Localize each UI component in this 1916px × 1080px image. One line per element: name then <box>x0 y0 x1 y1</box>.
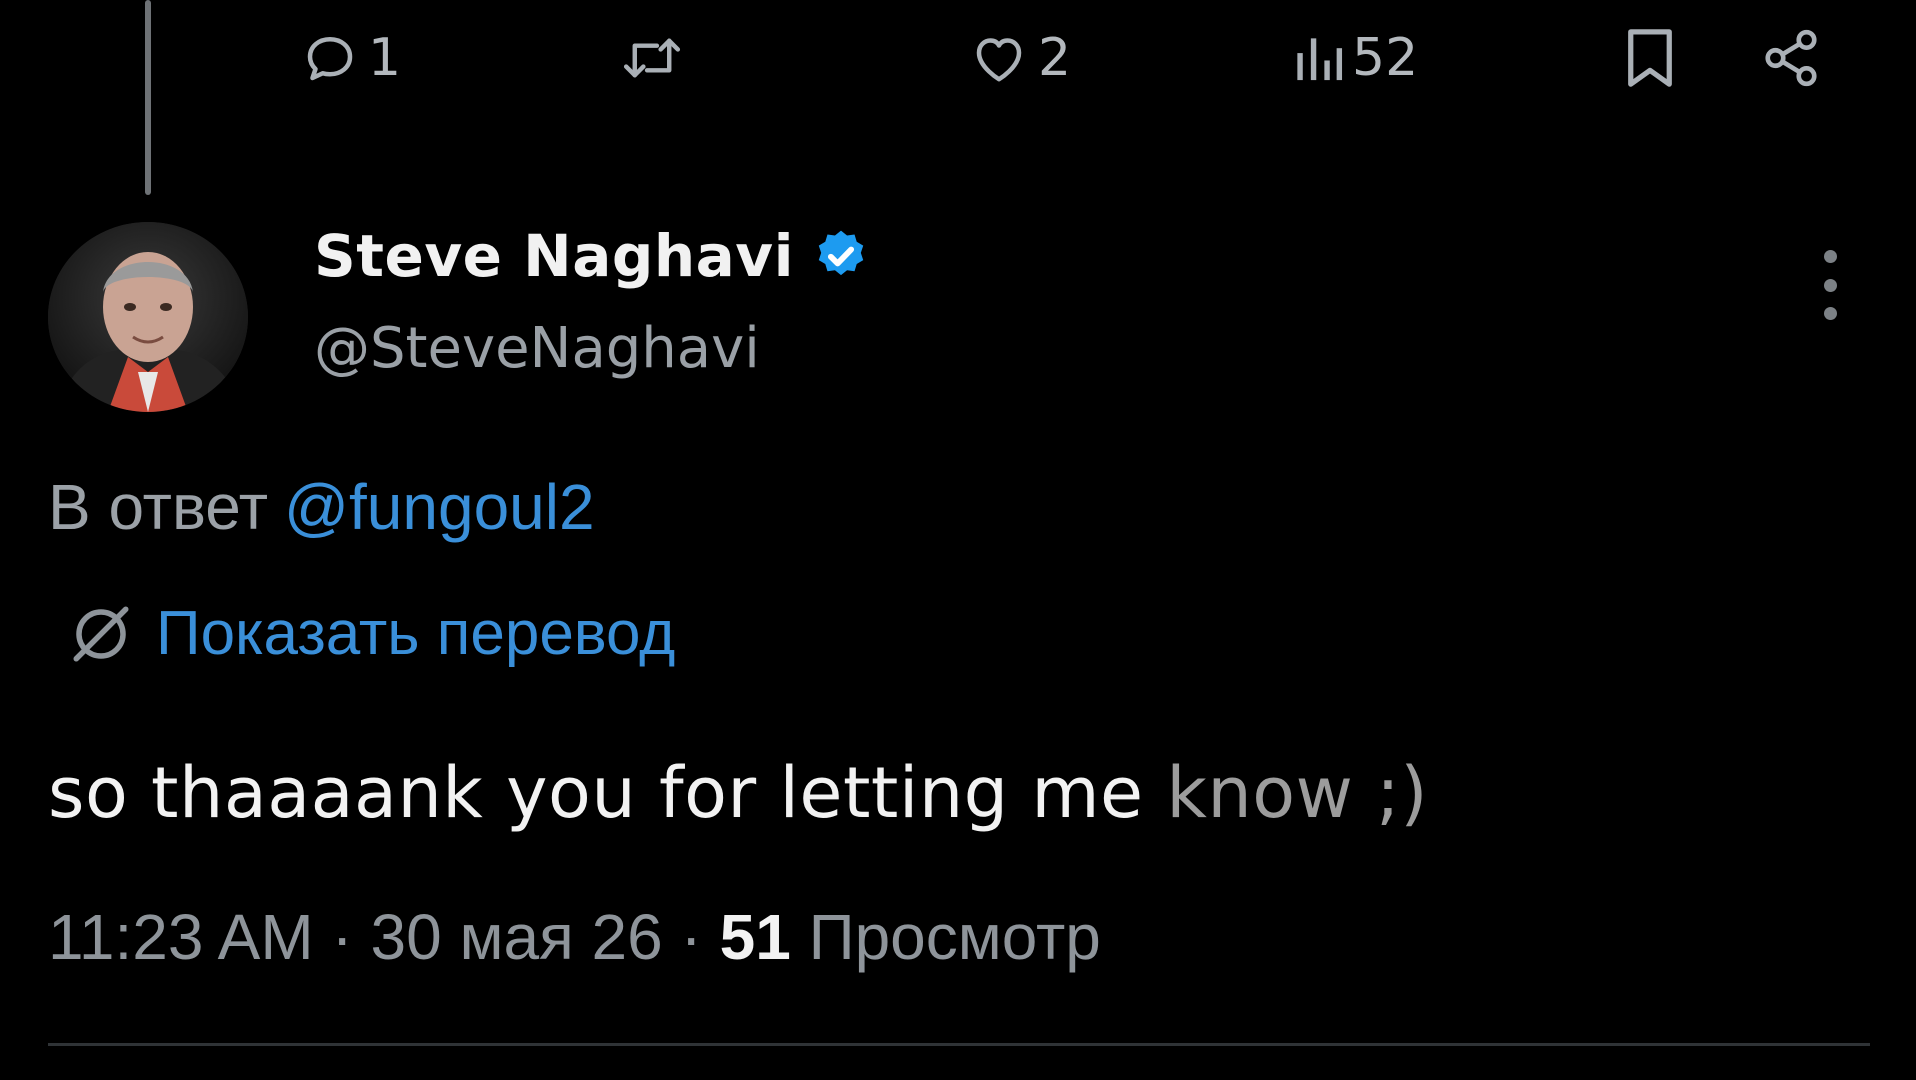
show-translation-button[interactable]: Показать перевод <box>68 598 675 669</box>
verified-badge-icon <box>818 230 864 276</box>
reply-to-line: В ответ @fungoul2 <box>48 470 595 544</box>
tweet-action-bar: 1 2 52 <box>300 18 1840 98</box>
tweet-body-text: so thaaaank you for letting me know ;) <box>48 752 1428 834</box>
views-count: 52 <box>1352 28 1419 88</box>
tweet-views-count: 51 <box>719 901 791 973</box>
avatar-photo <box>48 222 248 412</box>
speech-bubble-icon <box>307 37 353 81</box>
tweet-date[interactable]: 30 мая 26 <box>371 901 663 973</box>
share-icon <box>1765 29 1817 87</box>
heart-icon <box>976 38 1022 82</box>
reply-to-handle-link[interactable]: @fungoul2 <box>284 471 595 543</box>
like-count: 2 <box>1038 28 1072 88</box>
reply-button[interactable]: 1 <box>300 18 401 98</box>
thread-connector-line <box>145 0 151 195</box>
reply-count: 1 <box>368 28 402 88</box>
meta-separator-1: · <box>313 901 371 973</box>
author-handle[interactable]: @SteveNaghavi <box>314 316 760 381</box>
bottom-divider <box>48 1043 1870 1046</box>
tweet-meta-line: 11:23 AM · 30 мая 26 · 51 Просмотр <box>48 900 1101 974</box>
more-options-button[interactable] <box>1818 250 1842 320</box>
tweet-text-main: so thaaaank you for letting me <box>48 752 1167 834</box>
bookmark-button[interactable] <box>1622 18 1678 98</box>
tweet-text-faded: know ;) <box>1166 752 1429 834</box>
bar-chart-icon <box>1297 38 1343 81</box>
meta-separator-2: · <box>662 901 720 973</box>
reply-to-prefix: В ответ <box>48 471 269 543</box>
author-avatar[interactable] <box>48 222 248 412</box>
share-button[interactable] <box>1760 18 1822 98</box>
tweet-views-label: Просмотр <box>790 901 1101 973</box>
show-translation-label: Показать перевод <box>156 599 676 668</box>
author-name-row[interactable]: Steve Naghavi <box>314 222 870 290</box>
like-button[interactable]: 2 <box>968 18 1071 98</box>
tweet-page: 1 2 52 Steve Naghavi @SteveNaghavi В отв… <box>0 0 1916 1080</box>
vertical-dots-icon <box>1823 250 1837 263</box>
retweet-button[interactable] <box>620 18 684 98</box>
views-button[interactable]: 52 <box>1290 18 1418 98</box>
tweet-time[interactable]: 11:23 AM <box>48 901 314 973</box>
retweet-arrows-icon <box>623 38 681 78</box>
bookmark-icon <box>1628 29 1672 87</box>
author-display-name[interactable]: Steve Naghavi <box>314 222 794 290</box>
globe-slash-icon <box>73 606 129 661</box>
